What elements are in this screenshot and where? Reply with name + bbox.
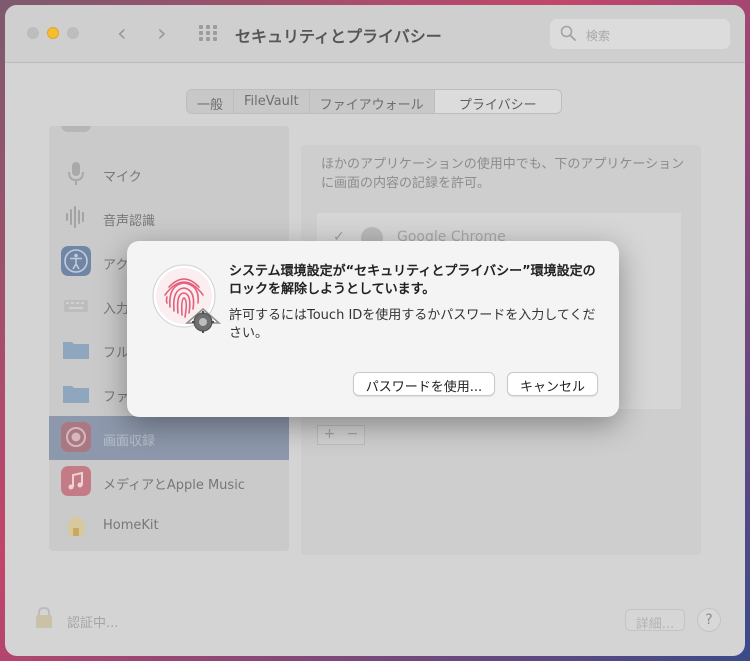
- sidebar-item-label: 音声認識: [103, 214, 156, 229]
- screen-record-icon: [61, 422, 91, 452]
- add-remove-control: + −: [317, 425, 365, 445]
- details-button[interactable]: 詳細...: [625, 609, 685, 632]
- pane-description: ほかのアプリケーションの使用中でも、下のアプリケーションに画面の内容の記録を許可…: [321, 157, 685, 191]
- sidebar-item-speech-recognition[interactable]: 音声認識: [49, 196, 289, 240]
- sidebar-item-label: HomeKit: [103, 518, 159, 533]
- sidebar-item-label: 画面収録: [103, 434, 156, 449]
- add-button[interactable]: +: [318, 426, 341, 442]
- use-password-button[interactable]: パスワードを使用...: [353, 372, 495, 396]
- sidebar-item-label: フル: [103, 346, 130, 361]
- cancel-button[interactable]: キャンセル: [507, 372, 598, 396]
- keyboard-icon: [64, 300, 88, 312]
- sidebar-item-label: アク: [103, 258, 129, 273]
- touch-id-dialog: システム環境設定が“セキュリティとプライバシー”環境設定のロックを解除しようとし…: [127, 241, 619, 417]
- sidebar-item-microphone[interactable]: マイク: [49, 152, 289, 196]
- zoom-window-button[interactable]: [67, 27, 79, 39]
- help-button[interactable]: ?: [697, 608, 721, 632]
- forward-chevron-icon[interactable]: ›: [157, 19, 167, 47]
- sidebar-item-partial[interactable]: [49, 126, 289, 140]
- tab-firewall[interactable]: ファイアウォール: [310, 90, 435, 113]
- waveform-icon: [66, 206, 84, 228]
- microphone-icon: [68, 162, 84, 185]
- dialog-message: 許可するにはTouch IDを使用するかパスワードを入力してください。: [229, 308, 596, 341]
- lock-status-text: 認証中...: [67, 616, 119, 631]
- tab-bar: 一般 FileVault ファイアウォール プライバシー: [186, 89, 562, 114]
- sidebar-item-label: 入力: [103, 302, 130, 317]
- tab-general[interactable]: 一般: [187, 90, 235, 113]
- window-title: セキュリティとプライバシー: [235, 27, 442, 46]
- sidebar-item-media-apple-music[interactable]: メディアとApple Music: [49, 460, 289, 504]
- folder-icon: [63, 386, 89, 403]
- sidebar-item-label: ファ: [103, 390, 130, 405]
- sidebar-item-label: マイク: [103, 170, 142, 185]
- search-placeholder: 検索: [586, 29, 611, 43]
- search-field[interactable]: 検索: [550, 19, 730, 49]
- remove-button[interactable]: −: [341, 426, 364, 442]
- minimize-window-button[interactable]: [47, 27, 59, 39]
- titlebar: ‹ › セキュリティとプライバシー 検索: [5, 5, 745, 63]
- home-icon: [65, 515, 87, 536]
- search-icon: [560, 25, 576, 41]
- back-chevron-icon[interactable]: ‹: [117, 19, 127, 47]
- music-icon: [61, 466, 91, 496]
- fingerprint-icon: [152, 264, 221, 333]
- sidebar-item-screen-recording[interactable]: 画面収録: [49, 416, 289, 460]
- partial-item-icon: [61, 126, 91, 132]
- folder-icon: [63, 342, 89, 359]
- tab-filevault[interactable]: FileVault: [234, 90, 310, 113]
- tab-privacy[interactable]: プライバシー: [434, 90, 561, 113]
- dialog-title: システム環境設定が“セキュリティとプライバシー”環境設定のロックを解除しようとし…: [229, 264, 596, 297]
- lock-icon[interactable]: [32, 605, 56, 629]
- sidebar-item-label: メディアとApple Music: [103, 478, 245, 493]
- sidebar-item-homekit[interactable]: HomeKit: [49, 504, 289, 548]
- accessibility-icon: [61, 246, 91, 276]
- show-all-grid-icon[interactable]: [199, 25, 219, 41]
- close-window-button[interactable]: [27, 27, 39, 39]
